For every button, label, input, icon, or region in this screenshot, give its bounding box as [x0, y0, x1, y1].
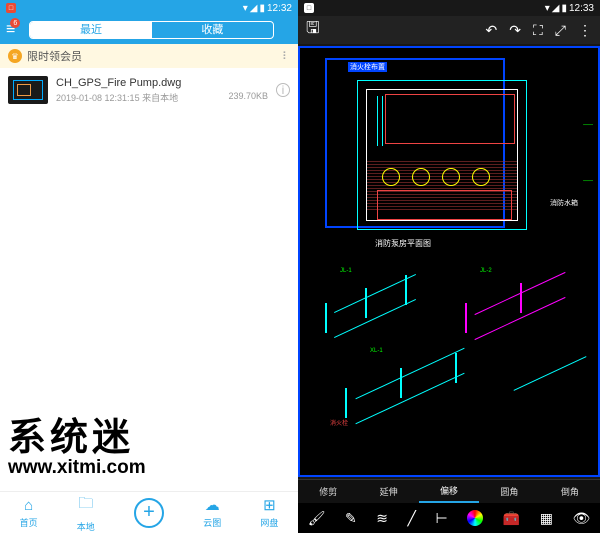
watermark-url: www.xitmi.com	[8, 457, 146, 479]
menu-icon[interactable]: ≡ 6	[6, 21, 15, 39]
disk-icon: ⊞	[263, 496, 276, 514]
expand-icon[interactable]: ⤢	[555, 22, 566, 39]
line-icon[interactable]: ╱	[408, 510, 416, 527]
cad-dim: 消火栓	[330, 418, 348, 427]
promo-banner[interactable]: ♛ 限时领会员 ⠇	[0, 44, 298, 68]
crown-icon: ♛	[8, 49, 22, 63]
tool-tabs: 修剪 延伸 偏移 圆角 倒角	[298, 479, 600, 503]
add-button[interactable]: +	[134, 498, 164, 528]
folder-icon: 🗀	[78, 493, 93, 518]
watermark: 系统迷 www.xitmi.com	[8, 406, 146, 479]
edit-icon[interactable]: ✎	[345, 510, 357, 527]
tab-recent[interactable]: 最近	[30, 22, 151, 38]
tab-bar: 最近 收藏	[29, 21, 274, 39]
clock: 12:33	[569, 3, 594, 14]
undo-icon[interactable]: ↶	[486, 22, 498, 39]
more-icon[interactable]: ⋮	[578, 22, 592, 39]
tool-offset[interactable]: 偏移	[419, 480, 479, 503]
cloud-icon: ☁	[205, 496, 220, 514]
bottom-nav: ⌂ 首页 🗀 本地 + ☁ 云图 ⊞ 网盘	[0, 491, 298, 533]
clock: 12:32	[267, 3, 292, 14]
tool-chamfer[interactable]: 倒角	[540, 480, 600, 503]
home-icon: ⌂	[24, 497, 33, 514]
more-icon: ⠇	[282, 50, 290, 63]
status-bar: □ ▾ ◢ ▮ 12:32	[0, 0, 298, 16]
notification-badge: 6	[10, 18, 20, 28]
wifi-icon: ▾	[243, 3, 248, 14]
signal-icon: ◢	[250, 3, 258, 14]
cad-viewport[interactable]: 消火栓布置 ── ── 消防水箱 消防泵房平面图 JL-1 JL-2 XL-1	[298, 46, 600, 477]
dimension-icon[interactable]: ⊢	[436, 510, 448, 527]
visibility-icon[interactable]: 👁	[572, 510, 590, 527]
redo-icon[interactable]: ↷	[509, 22, 521, 39]
signal-icon: ◢	[552, 3, 560, 14]
cad-dim: JL-1	[340, 268, 352, 274]
cad-header: 🖫 ↶ ↷ ⛶ ⤢ ⋮	[298, 16, 600, 44]
status-bar: □ ▾ ◢ ▮ 12:33	[298, 0, 600, 16]
nav-local[interactable]: 🗀 本地	[77, 493, 95, 533]
brush-icon[interactable]: 🖌	[308, 510, 326, 527]
save-icon[interactable]: 🖫	[306, 17, 320, 44]
cad-annotation: 消防水箱	[550, 198, 578, 208]
tool-icons: 🖌 ✎ ≋ ╱ ⊢ 🧰 ▦ 👁	[298, 503, 600, 533]
cad-annotation: ──	[583, 122, 593, 129]
tool-trim[interactable]: 修剪	[298, 480, 358, 503]
fullscreen-icon[interactable]: ⛶	[533, 22, 543, 39]
app-header: ≡ 6 最近 收藏	[0, 16, 298, 44]
cad-dim: XL-1	[370, 348, 383, 354]
drawing-caption: 消防泵房平面图	[375, 238, 431, 249]
color-wheel-icon[interactable]	[467, 510, 483, 526]
nav-disk[interactable]: ⊞ 网盘	[260, 496, 278, 529]
file-size: 239.70KB	[228, 91, 268, 101]
tool-extend[interactable]: 延伸	[358, 480, 418, 503]
toolbox-icon[interactable]: 🧰	[503, 510, 520, 527]
layers-icon[interactable]: ≋	[376, 510, 388, 527]
nav-home[interactable]: ⌂ 首页	[20, 497, 38, 529]
file-name: CH_GPS_Fire Pump.dwg	[56, 77, 268, 89]
app-indicator: □	[304, 3, 314, 13]
wifi-icon: ▾	[545, 3, 550, 14]
cad-dim: JL-2	[480, 268, 492, 274]
file-date: 2019-01-08 12:31:15 来自本地	[56, 93, 178, 103]
file-thumbnail	[8, 76, 48, 104]
banner-text: 限时领会员	[27, 48, 82, 64]
info-icon[interactable]: i	[276, 83, 290, 97]
grid-icon[interactable]: ▦	[540, 510, 553, 527]
battery-icon: ▮	[259, 3, 265, 14]
battery-icon: ▮	[561, 3, 567, 14]
cad-annotation: ──	[583, 178, 593, 185]
tab-favorites[interactable]: 收藏	[152, 22, 273, 38]
nav-cloud[interactable]: ☁ 云图	[203, 496, 221, 529]
app-indicator: □	[6, 3, 16, 13]
file-row[interactable]: CH_GPS_Fire Pump.dwg 2019-01-08 12:31:15…	[0, 68, 298, 112]
tool-fillet[interactable]: 圆角	[479, 480, 539, 503]
cad-label: 消火栓布置	[348, 62, 387, 72]
watermark-cn: 系统迷	[8, 406, 146, 461]
